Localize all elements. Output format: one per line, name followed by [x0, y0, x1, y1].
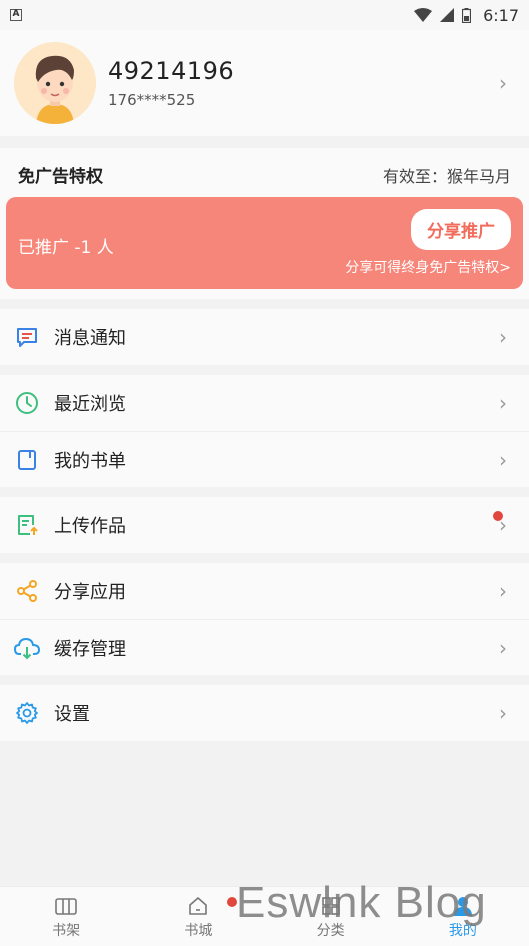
ad-free-title: 免广告特权 [18, 167, 103, 187]
promotion-banner: 已推广 -1 人 分享推广 分享可得终身免广告特权> [6, 197, 523, 289]
chevron-right-icon: › [499, 701, 507, 725]
bookshelf-icon [55, 894, 77, 918]
menu-item-share-app[interactable]: 分享应用 › [0, 563, 529, 619]
chevron-right-icon: › [499, 579, 507, 603]
tab-bookshelf[interactable]: 书架 [0, 887, 132, 946]
tab-label: 书架 [52, 922, 81, 939]
menu-item-label: 上传作品 [54, 516, 126, 537]
ad-free-valid-until: 有效至：猴年马月 [382, 166, 511, 186]
wifi-icon [414, 8, 433, 22]
menu-item-settings[interactable]: 设置 › [0, 685, 529, 741]
menu-group-upload: 上传作品 › [0, 497, 529, 553]
ad-free-card: 免广告特权 有效至：猴年马月 已推广 -1 人 分享推广 分享可得终身免广告特权… [0, 148, 529, 299]
menu-group-app: 分享应用 › 缓存管理 › [0, 563, 529, 675]
chevron-right-icon: › [499, 325, 507, 349]
share-promote-button[interactable]: 分享推广 [411, 209, 511, 250]
status-time: 6:17 [483, 5, 519, 25]
chevron-right-icon: › [499, 447, 507, 472]
promotion-hint-link[interactable]: 分享可得终身免广告特权> [345, 257, 511, 277]
home-icon [187, 894, 209, 918]
gear-icon [14, 700, 40, 726]
menu-item-label: 我的书单 [54, 450, 126, 472]
menu-item-booklist[interactable]: 我的书单 › [0, 431, 529, 487]
menu-item-label: 分享应用 [54, 582, 126, 603]
share-icon [14, 578, 40, 604]
menu-item-label: 缓存管理 [54, 638, 126, 660]
menu-group-messages: 消息通知 › [0, 309, 529, 365]
status-bar: A 6:17 [0, 0, 529, 30]
menu-item-recent[interactable]: 最近浏览 › [0, 375, 529, 431]
menu-item-label: 消息通知 [54, 328, 126, 349]
menu-group-settings: 设置 › [0, 685, 529, 741]
message-icon [14, 324, 40, 350]
menu-item-label: 最近浏览 [54, 394, 126, 415]
avatar[interactable] [14, 42, 96, 124]
menu-item-cache[interactable]: 缓存管理 › [0, 619, 529, 675]
user-phone: 176****525 [108, 91, 196, 109]
menu-item-label: 设置 [54, 704, 90, 725]
promotion-count: 已推广 -1 人 [18, 238, 114, 258]
menu-group-history: 最近浏览 › 我的书单 › [0, 375, 529, 487]
battery-icon [462, 7, 472, 23]
clock-icon [14, 390, 40, 416]
chevron-right-icon: › [499, 635, 507, 660]
chevron-right-icon: › [499, 513, 507, 537]
signal-icon [440, 8, 455, 22]
chevron-right-icon: › [499, 71, 507, 95]
user-id: 49214196 [108, 57, 235, 85]
tab-badge-dot [226, 897, 237, 907]
book-icon [14, 447, 40, 473]
menu-item-messages[interactable]: 消息通知 › [0, 309, 529, 365]
menu-item-upload[interactable]: 上传作品 › [0, 497, 529, 553]
watermark-text: Eswlnk Blog [236, 878, 487, 927]
upload-icon [14, 512, 40, 538]
cloud-download-icon [14, 635, 40, 661]
chevron-right-icon: › [499, 391, 507, 415]
notification-a-icon: A [10, 9, 22, 21]
profile-header[interactable]: 49214196 176****525 › [0, 30, 529, 136]
tab-label: 书城 [184, 922, 213, 939]
